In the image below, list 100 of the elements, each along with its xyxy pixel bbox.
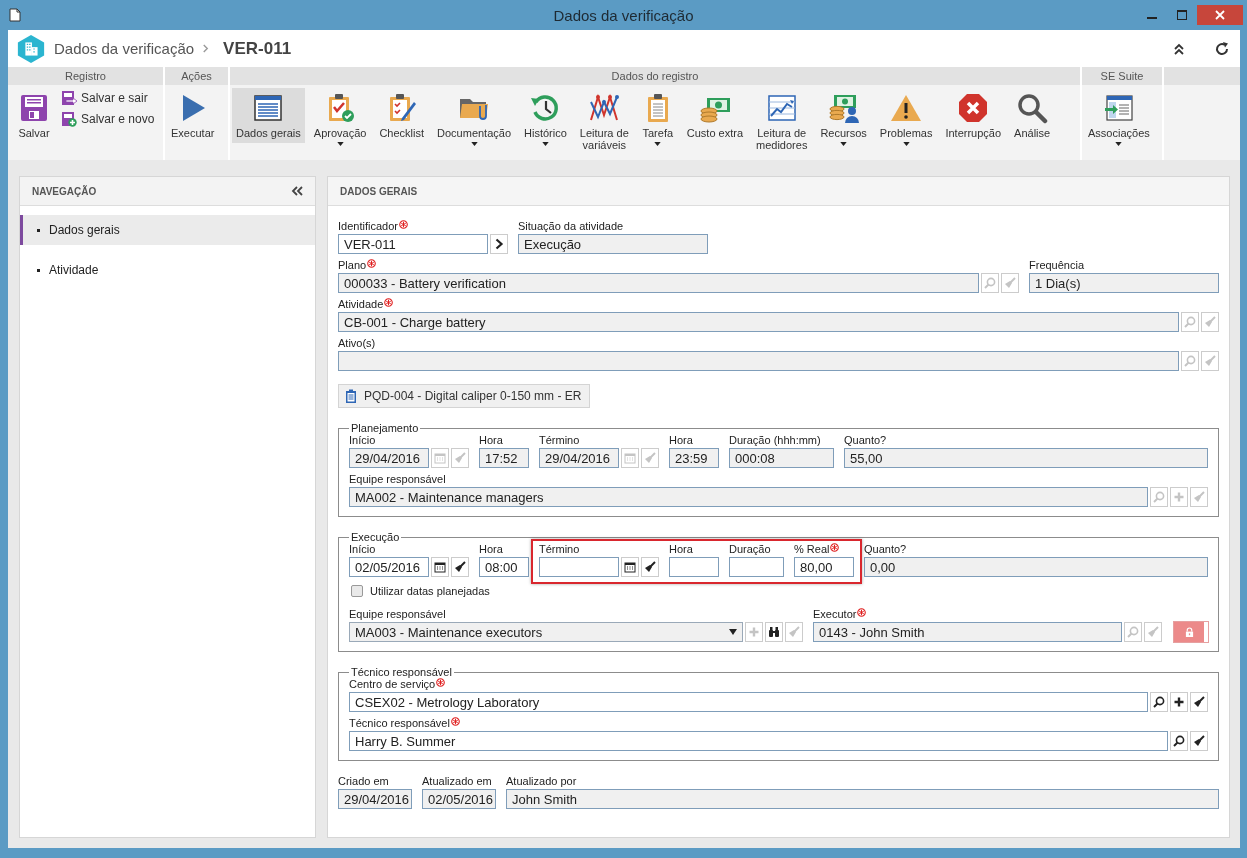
brush-icon [1004,277,1016,289]
lock-button[interactable] [1174,622,1208,642]
brush-button[interactable] [1190,731,1208,751]
add-icon [1173,491,1185,503]
close-button[interactable] [1197,5,1243,25]
calendar-button[interactable] [431,557,449,577]
input-field[interactable]: 17:52 [479,448,529,468]
input-field[interactable]: 08:00 [479,557,529,577]
brush-button[interactable] [1190,692,1208,712]
brush-icon [1193,735,1205,747]
toolbar-button[interactable]: Custo extra [682,88,748,143]
refresh-icon[interactable] [1214,40,1230,57]
binoculars-icon [768,626,780,638]
input-field[interactable]: 02/05/2016 [422,789,496,809]
input-field[interactable]: 000:08 [729,448,834,468]
file-icon [9,8,21,22]
add-button[interactable] [1170,692,1188,712]
field-label: Hora [479,434,503,446]
attachment-button[interactable]: PQD-004 - Digital caliper 0-150 mm - ER [338,384,591,408]
group-legend: Execução [349,531,402,543]
input-field[interactable] [729,557,784,577]
input-field[interactable]: MA002 - Maintenance managers [349,487,1148,507]
money-person-icon [827,92,860,124]
input-field[interactable]: 29/04/2016 [349,448,429,468]
checkbox[interactable] [351,585,363,597]
toolbar-button[interactable]: Executar [167,88,219,143]
field-label: Centro de serviço [349,678,436,690]
input-field[interactable]: 55,00 [844,448,1208,468]
toolbar-button[interactable]: Salvar e novo [59,111,157,127]
toolbar-button[interactable]: Histórico [520,88,571,148]
brush-button[interactable] [451,557,469,577]
maximize-icon[interactable] [1177,10,1187,20]
field-label: Término [539,543,580,555]
brush-button[interactable] [641,557,659,577]
field-label: Ativo(s) [338,337,376,349]
input-field[interactable]: 29/04/2016 [338,789,412,809]
toolbar-button[interactable]: Salvar [14,88,54,143]
add-icon [1173,696,1185,708]
input-field[interactable]: 1 Dia(s) [1029,273,1219,293]
dropdown-field[interactable]: MA003 - Maintenance executors [349,622,743,642]
collapse-icon[interactable] [1172,41,1186,56]
toolbar-button[interactable]: Aprovação [309,88,371,148]
calendar-icon [624,561,636,573]
bullet-icon [37,228,40,232]
chevron-right-button[interactable] [490,234,508,254]
input-field[interactable] [539,557,619,577]
toolbar-button[interactable]: Leitura de variáveis [575,88,633,153]
calendar-button[interactable] [621,557,639,577]
toolbar-button[interactable]: Recursos [816,88,871,148]
input-field[interactable]: John Smith [506,789,1219,809]
search-icon [1173,735,1185,747]
search-button[interactable] [1150,692,1168,712]
brush-icon [788,626,800,638]
toolbar-button[interactable]: Tarefa [637,88,678,148]
toolbar-button[interactable]: Associações [1084,88,1154,148]
search-icon [1016,92,1049,124]
toolbar-button[interactable]: Documentação [433,88,516,148]
toolbar-button[interactable]: Leitura de medidores [752,88,812,153]
toolbar-button[interactable]: Análise [1010,88,1055,143]
sidebar-item[interactable]: Atividade [20,255,315,285]
input-field[interactable]: CSEX02 - Metrology Laboratory [349,692,1148,712]
toolbar-button[interactable]: Dados gerais [232,88,305,143]
input-field[interactable]: VER-011 [338,234,488,254]
input-field[interactable]: Harry B. Summer [349,731,1168,751]
search-icon [1153,696,1165,708]
group-label: Ações [181,70,212,82]
calendar-icon [434,452,446,464]
field-label: Técnico responsável [349,717,450,729]
field-label: Situação da atividade [518,220,624,232]
input-field[interactable]: 29/04/2016 [539,448,619,468]
input-field[interactable] [338,351,1179,371]
binoculars-button[interactable] [765,622,783,642]
chevron-right-icon [493,238,505,250]
input-field[interactable]: 000033 - Battery verification [338,273,979,293]
window-arrow-icon [1102,92,1135,124]
input-field[interactable]: Execução [518,234,708,254]
toolbar-button[interactable]: Problemas [875,88,937,148]
toolbar-button[interactable]: Checklist [375,88,429,143]
input-field[interactable]: 02/05/2016 [349,557,429,577]
input-field[interactable] [669,557,719,577]
toolbar-button[interactable]: Salvar e sair [59,90,157,106]
breadcrumb-link[interactable]: Dados da verificação [54,40,195,57]
group-label: SE Suite [1100,70,1144,82]
chevron-right-icon [202,44,210,53]
input-field[interactable]: 0143 - John Smith [813,622,1122,642]
field-label: Atividade [338,298,384,310]
input-field[interactable]: CB-001 - Charge battery [338,312,1179,332]
input-field[interactable]: 0,00 [864,557,1208,577]
sidebar-item[interactable]: Dados gerais [20,215,315,245]
checkbox-label: Utilizar datas planejadas [370,585,490,597]
collapse-left-icon[interactable] [291,186,303,196]
group-legend: Técnico responsável [349,666,454,678]
field-label: Atualizado em [422,775,492,787]
field-label: Equipe responsável [349,608,446,620]
input-field[interactable]: 23:59 [669,448,719,468]
input-field[interactable]: 80,00 [794,557,854,577]
toolbar-button[interactable]: Interrupção [941,88,1006,143]
error-icon [957,92,990,124]
search-button[interactable] [1170,731,1188,751]
brush-icon [1204,316,1216,328]
